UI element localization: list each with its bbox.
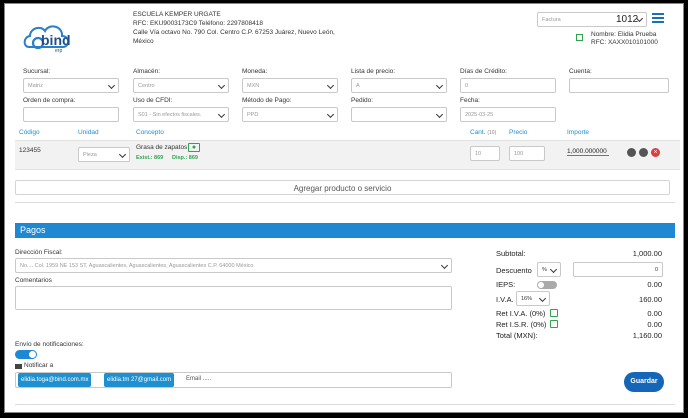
row-disp: Disp.: 869 xyxy=(172,155,198,161)
almacen-label: Almacén: xyxy=(133,68,161,75)
mail-icon xyxy=(15,364,22,369)
row-exist: Exist.: 869 xyxy=(136,155,164,161)
ret-iva-label: Ret I.V.A. (0%) xyxy=(496,309,546,318)
row-concepto: Grasa de zapatos xyxy=(136,144,188,151)
lista-precio-select[interactable]: A xyxy=(351,78,447,93)
subtotal-label: Subtotal: xyxy=(496,249,526,258)
divider xyxy=(15,202,675,203)
client-name: Nombre: Elidia Prueba xyxy=(591,31,657,38)
col-precio: Precio xyxy=(509,129,528,136)
comment-icon[interactable] xyxy=(639,148,648,157)
row-importe: 1,000.000000 xyxy=(567,148,609,156)
iva-label: I.V.A. xyxy=(496,295,514,304)
doc-type-select[interactable]: Factura 1012 xyxy=(537,12,647,27)
iva-value: 160.00 xyxy=(639,295,662,304)
orden-compra-input[interactable] xyxy=(23,107,119,122)
comentarios-textarea[interactable] xyxy=(15,286,452,310)
company-rfc-phone: RFC: EKU9003173C9 Teléfono: 2297808418 xyxy=(133,20,263,27)
bottom-divider xyxy=(15,404,675,405)
guardar-label: Guardar xyxy=(630,378,658,385)
notifications-toggle[interactable] xyxy=(15,350,37,359)
delete-icon[interactable]: × xyxy=(651,148,660,157)
total-value: 1,160.00 xyxy=(632,331,662,340)
metodo-pago-label: Método de Pago: xyxy=(242,97,292,104)
client-rfc: RFC: XAXX010101000 xyxy=(591,39,658,46)
dias-credito-label: Días de Crédito: xyxy=(460,68,507,75)
hamburger-menu-icon[interactable] xyxy=(652,13,664,24)
email-input[interactable]: Email ..... xyxy=(186,376,211,382)
pedido-select[interactable] xyxy=(351,107,447,122)
envio-label: Envío de notificaciones: xyxy=(15,341,84,348)
direccion-fiscal-label: Dirección Fiscal: xyxy=(15,249,63,256)
moneda-label: Moneda: xyxy=(242,68,268,75)
sucursal-select[interactable]: Matriz xyxy=(23,78,119,93)
iva-rate-select[interactable]: 16% xyxy=(516,291,550,306)
ieps-value: 0.00 xyxy=(647,280,662,289)
direccion-fiscal-select[interactable]: No.... Col. 1959 NE 153 ST, Aguascalient… xyxy=(15,258,452,273)
logo-text: bind xyxy=(41,32,71,48)
col-importe: Importe xyxy=(567,129,590,136)
add-product-button[interactable]: Agregar producto o servicio xyxy=(15,180,670,195)
ieps-toggle[interactable] xyxy=(537,281,557,289)
email-chip[interactable]: elidia.toga@bind.com.mx xyxy=(18,373,92,387)
pagos-title: Pagos xyxy=(20,225,46,235)
moneda-select[interactable]: MXN xyxy=(242,78,338,93)
logo-sub: erp xyxy=(55,48,63,54)
almacen-select[interactable]: Centro xyxy=(133,78,229,93)
uso-cfdi-label: Uso de CFDI: xyxy=(133,97,173,104)
fecha-input[interactable]: 2025-03-25 xyxy=(460,107,556,122)
invoice-window: bind erp ESCUELA KEMPER URGATE RFC: EKU9… xyxy=(4,3,684,413)
guardar-button[interactable]: Guardar xyxy=(624,372,664,392)
edit-ret-iva-icon[interactable] xyxy=(550,309,558,317)
cuenta-input[interactable] xyxy=(569,78,669,93)
descuento-input[interactable]: 0 xyxy=(573,262,663,277)
comentarios-label: Comentarios xyxy=(15,277,52,284)
ret-isr-label: Ret I.S.R. (0%) xyxy=(496,320,547,329)
add-product-label: Agregar producto o servicio xyxy=(293,184,392,193)
external-link-icon[interactable] xyxy=(576,34,583,41)
row-codigo: 123455 xyxy=(19,147,41,154)
col-concepto: Concepto xyxy=(136,129,164,136)
ret-iva-value: 0.00 xyxy=(647,309,662,318)
pagos-bar: Pagos xyxy=(15,223,675,238)
fecha-label: Fecha: xyxy=(460,97,480,104)
company-name: ESCUELA KEMPER URGATE xyxy=(133,11,221,18)
doc-number: 1012 xyxy=(616,14,639,25)
dias-credito-input[interactable]: 0 xyxy=(460,78,556,93)
pedido-label: Pedido: xyxy=(351,97,374,104)
metodo-pago-select[interactable]: PPD xyxy=(242,107,338,122)
company-address: Calle Vía octavo No. 790 Col. Centro C.P… xyxy=(133,29,335,36)
ret-isr-value: 0.00 xyxy=(647,320,662,329)
email-chip[interactable]: elidia.tm 27@gmail.com xyxy=(104,373,175,387)
orden-compra-label: Orden de compra: xyxy=(23,97,76,104)
col-unidad: Unidad xyxy=(78,129,99,136)
descuento-type-select[interactable]: % xyxy=(537,262,561,277)
descuento-label: Descuento xyxy=(496,266,532,275)
company-logo: bind erp xyxy=(21,17,73,57)
col-codigo: Código xyxy=(19,129,40,136)
company-country: México xyxy=(133,38,154,45)
sucursal-label: Sucursal: xyxy=(23,68,51,75)
gear-icon[interactable] xyxy=(627,148,636,157)
notificar-label: Notificar a xyxy=(24,362,54,369)
col-cant: Cant. (10) xyxy=(470,129,497,136)
eye-icon[interactable]: ● xyxy=(188,143,200,152)
row-unidad-select[interactable]: Pieza xyxy=(78,147,130,162)
lista-precio-label: Lista de precio: xyxy=(351,68,396,75)
doc-type-value: Factura xyxy=(542,17,561,23)
uso-cfdi-select[interactable]: S01 - Sin efectos fiscales. xyxy=(133,107,229,122)
cuenta-label: Cuenta: xyxy=(569,68,592,75)
subtotal-value: 1,000.00 xyxy=(632,249,662,258)
row-cant-input[interactable]: 10 xyxy=(470,146,500,161)
ieps-label: IEPS: xyxy=(496,280,516,289)
total-label: Total (MXN): xyxy=(496,331,538,340)
edit-ret-isr-icon[interactable] xyxy=(550,320,558,328)
row-precio-input[interactable]: 100 xyxy=(509,146,545,161)
